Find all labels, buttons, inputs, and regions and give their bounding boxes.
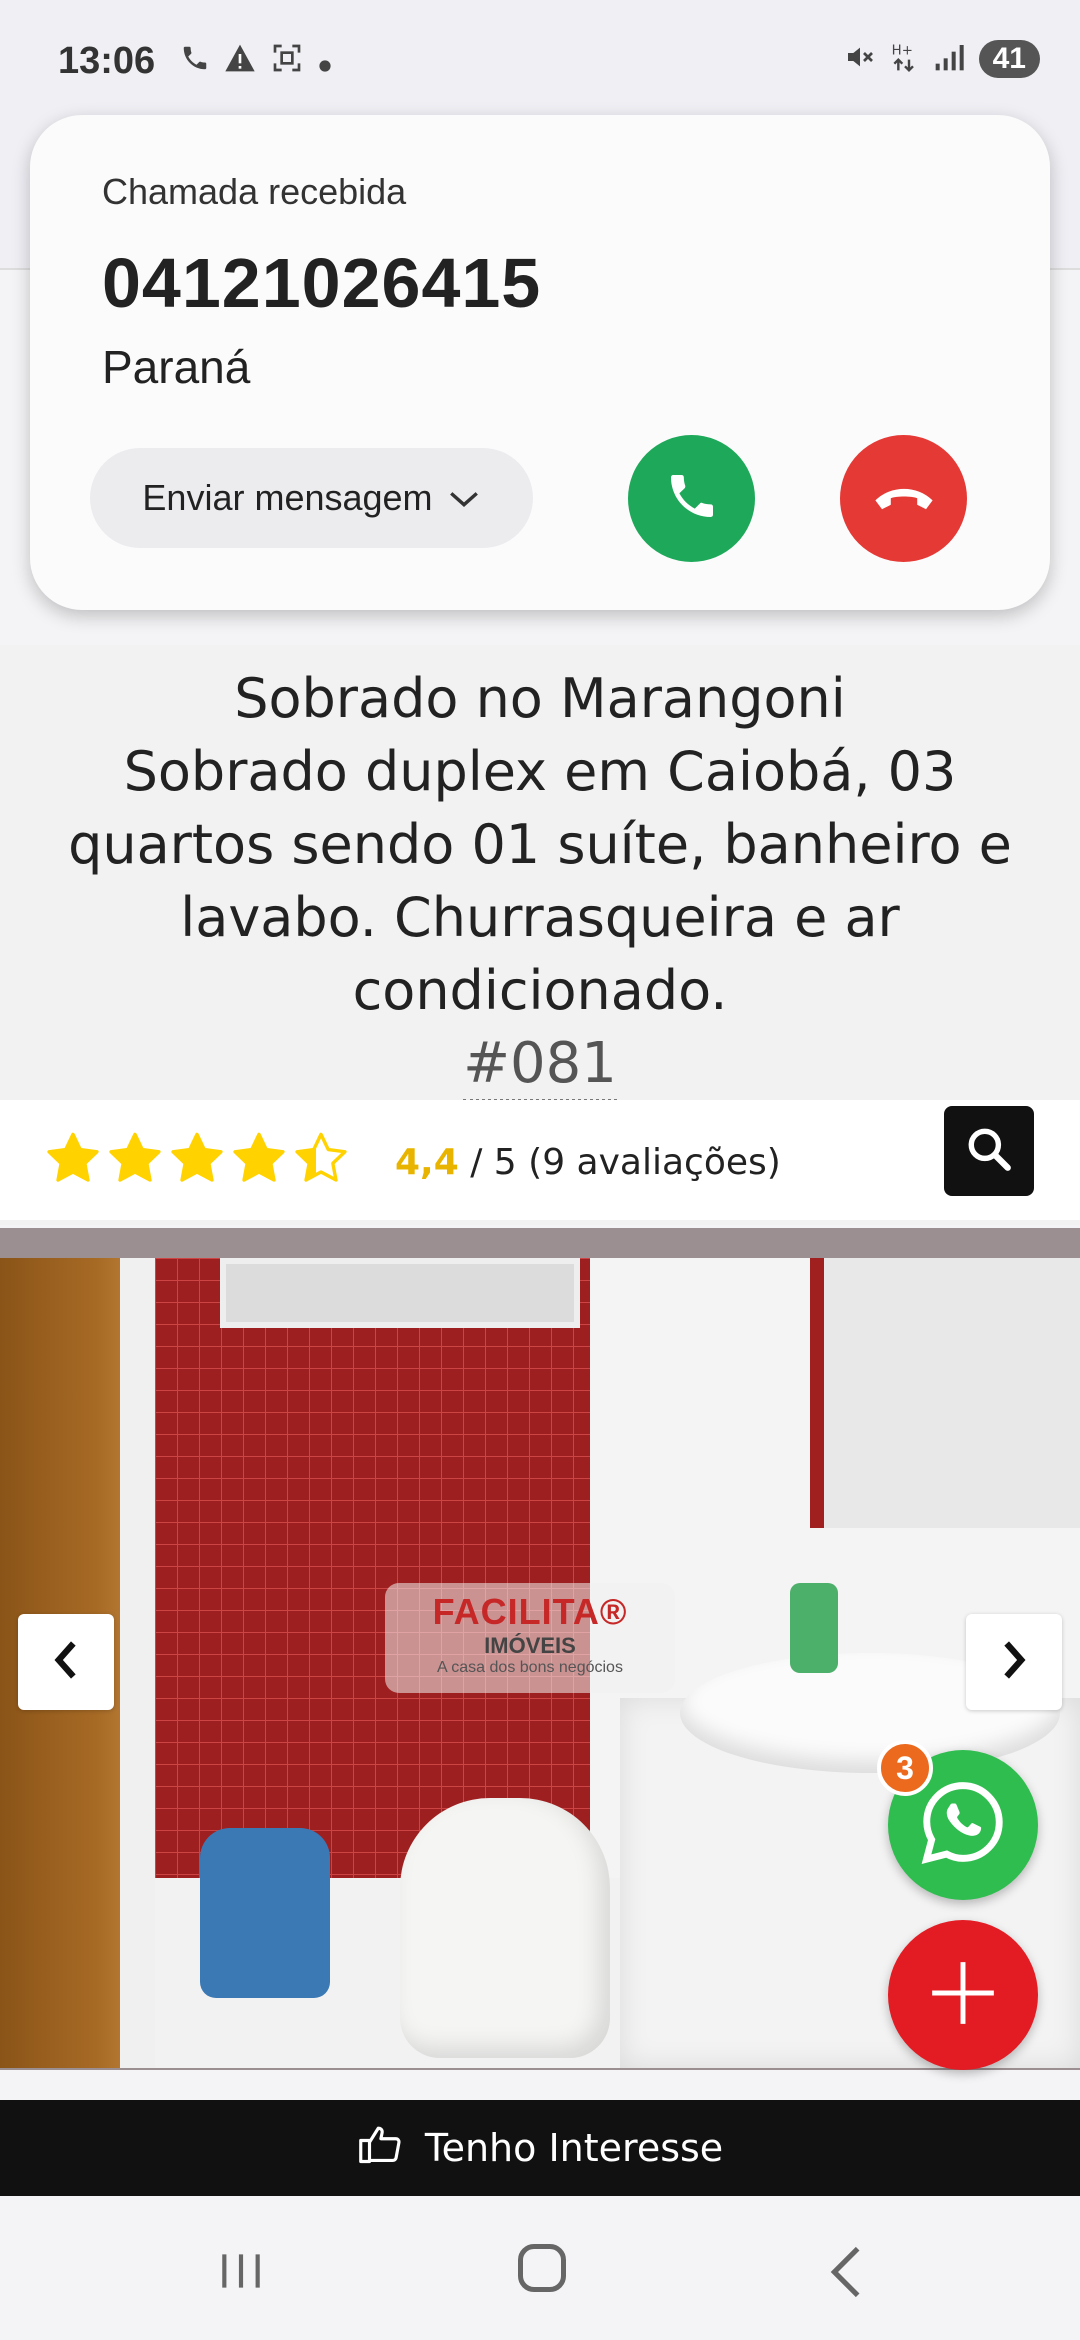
previous-photo-button[interactable] bbox=[18, 1614, 114, 1710]
trash-bin-graphic bbox=[200, 1828, 330, 1998]
home-button[interactable] bbox=[518, 2244, 566, 2292]
interest-label: Tenho Interesse bbox=[424, 2126, 724, 2170]
plus-icon bbox=[926, 1956, 1000, 2035]
phone-accept-icon bbox=[664, 468, 720, 529]
dot-icon bbox=[318, 44, 332, 81]
rating-value: 4,4 bbox=[395, 1142, 459, 1183]
watermark-sub: IMÓVEIS bbox=[484, 1633, 576, 1658]
interest-button[interactable]: Tenho Interesse bbox=[0, 2100, 1080, 2196]
star-icon bbox=[171, 1132, 223, 1182]
system-navigation-bar bbox=[0, 2196, 1080, 2340]
rating-row: 4,4 / 5 (9 avaliações) bbox=[0, 1100, 1080, 1220]
status-time: 13:06 bbox=[58, 40, 156, 82]
signal-icon bbox=[933, 42, 965, 77]
recent-apps-button[interactable] bbox=[216, 2246, 266, 2301]
screenshot-icon bbox=[270, 42, 304, 82]
chevron-down-icon bbox=[447, 477, 481, 519]
caller-number: 04121026415 bbox=[102, 244, 542, 322]
phone-decline-icon bbox=[871, 476, 937, 521]
listing-title: Sobrado no Marangoni bbox=[234, 667, 846, 730]
listing-description: Sobrado duplex em Caiobá, 03 quartos sen… bbox=[68, 740, 1012, 1022]
accept-call-button[interactable] bbox=[628, 435, 755, 562]
search-icon bbox=[964, 1124, 1014, 1179]
thumbs-up-icon bbox=[357, 2123, 403, 2174]
battery-indicator: 41 bbox=[978, 40, 1040, 78]
chevron-right-icon bbox=[996, 1638, 1032, 1687]
star-icon bbox=[233, 1132, 285, 1182]
star-icon bbox=[295, 1132, 347, 1182]
caller-region: Paraná bbox=[102, 341, 251, 393]
mirror-graphic bbox=[810, 1258, 1080, 1528]
search-button[interactable] bbox=[944, 1106, 1034, 1196]
tile-wall-graphic bbox=[155, 1258, 595, 1878]
watermark-brand: FACILITA® bbox=[432, 1591, 628, 1632]
listing-code[interactable]: #081 bbox=[463, 1029, 617, 1102]
watermark-tagline: A casa dos bons negócios bbox=[437, 1659, 623, 1676]
send-message-label: Enviar mensagem bbox=[142, 477, 433, 518]
phone-icon bbox=[180, 43, 210, 81]
toilet-graphic bbox=[400, 1798, 610, 2058]
whatsapp-badge: 3 bbox=[877, 1740, 933, 1796]
rating-suffix: / 5 (9 avaliações) bbox=[458, 1142, 781, 1183]
soap-graphic bbox=[790, 1583, 838, 1673]
rating-text: 4,4 / 5 (9 avaliações) bbox=[395, 1142, 781, 1183]
star-icon bbox=[109, 1132, 161, 1182]
window-graphic bbox=[220, 1258, 580, 1328]
status-bar: 13:06 H+ 41 bbox=[0, 0, 1080, 130]
rating-stars bbox=[44, 1130, 350, 1188]
watermark-logo: FACILITA® IMÓVEIS A casa dos bons negóci… bbox=[385, 1583, 675, 1693]
send-message-button[interactable]: Enviar mensagem bbox=[90, 448, 533, 548]
back-button[interactable] bbox=[826, 2244, 866, 2305]
star-icon bbox=[47, 1132, 99, 1182]
incoming-call-card[interactable]: Chamada recebida 04121026415 Paraná Envi… bbox=[30, 115, 1050, 610]
warning-icon bbox=[224, 43, 256, 81]
status-right-icons: H+ 41 bbox=[843, 40, 1040, 78]
decline-call-button[interactable] bbox=[840, 435, 967, 562]
whatsapp-icon bbox=[917, 1777, 1009, 1874]
status-left-icons bbox=[180, 42, 332, 82]
call-status-label: Chamada recebida bbox=[102, 171, 407, 212]
chevron-left-icon bbox=[48, 1638, 84, 1687]
next-photo-button[interactable] bbox=[966, 1614, 1062, 1710]
mute-icon bbox=[843, 41, 877, 78]
add-action-button[interactable] bbox=[888, 1920, 1038, 2070]
data-icon: H+ bbox=[891, 41, 919, 78]
svg-text:H+: H+ bbox=[891, 43, 912, 58]
